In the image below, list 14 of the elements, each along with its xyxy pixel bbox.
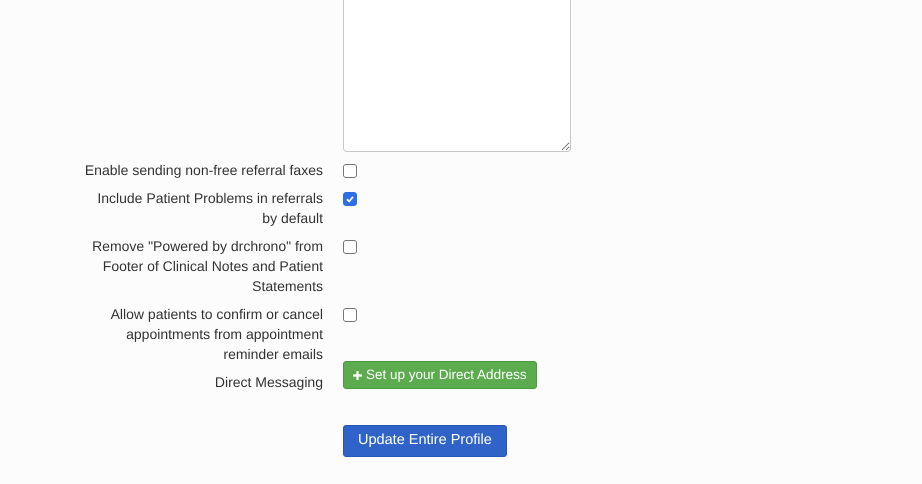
checkbox[interactable] [343,308,357,322]
checkbox[interactable] [343,164,357,178]
checkbox[interactable] [343,240,357,254]
setting-label: Direct Messaging [214,373,323,392]
setting-label: Allow patients to confirm or cancel appointments from appointment reminder emails [110,305,323,364]
update-profile-button[interactable]: Update Entire Profile [343,425,507,457]
checkbox[interactable] [343,192,357,206]
setting-label: Remove "Powered by drchrono" from Footer of Clinical Notes and Patient Statements [91,237,323,296]
plus-icon [353,370,362,380]
check-icon [345,194,355,204]
direct-address-button[interactable]: Set up your Direct Address [343,361,537,389]
notes-field[interactable] [343,0,571,152]
setting-label: Enable sending non-free referral faxes [84,161,323,180]
setting-label: Include Patient Problems in referrals by default [96,189,323,228]
